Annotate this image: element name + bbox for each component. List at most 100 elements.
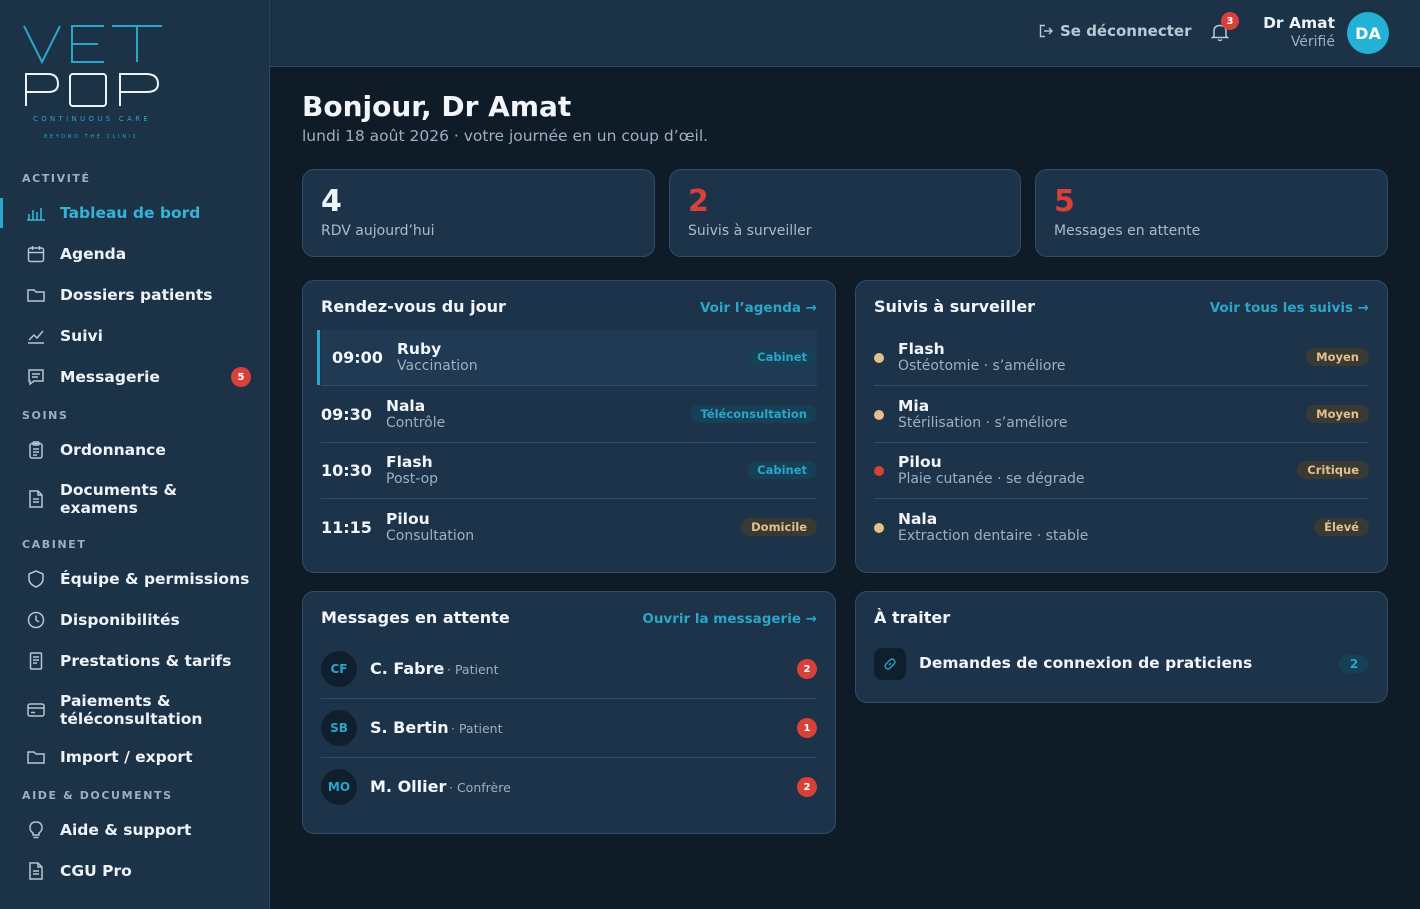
- logout-icon: [1039, 24, 1053, 38]
- message-sender-role: · Confrère: [449, 780, 511, 795]
- logout-label: Se déconnecter: [1060, 22, 1192, 40]
- user-name: Dr Amat: [1263, 14, 1335, 32]
- stat-label: Messages en attente: [1054, 223, 1201, 239]
- appointment-type-badge: Cabinet: [747, 348, 817, 366]
- clock-icon: [26, 610, 46, 630]
- link-icon: [874, 648, 906, 680]
- appointment-row[interactable]: 10:30 Flash Post-op Cabinet: [321, 443, 817, 499]
- panel-title: À traiter: [874, 608, 951, 627]
- view-all-followups-link[interactable]: Voir tous les suivis →: [1210, 300, 1369, 316]
- appointment-time: 09:00: [332, 348, 383, 367]
- followup-detail: Ostéotomie · s’améliore: [898, 358, 1066, 374]
- sidebar-item-documents-examens[interactable]: Documents & examens: [0, 478, 269, 520]
- section-cabinet: CABINET: [22, 538, 87, 551]
- section-soins: SOINS: [22, 409, 69, 422]
- folder-icon: [26, 285, 46, 305]
- appointment-patient: Nala: [386, 397, 426, 415]
- sidebar-item-label: Équipe & permissions: [60, 570, 250, 588]
- stat-label: RDV aujourd’hui: [321, 223, 435, 239]
- followup-row[interactable]: Flash Ostéotomie · s’améliore Moyen: [874, 330, 1369, 386]
- appointment-type-badge: Domicile: [741, 518, 817, 536]
- message-row[interactable]: SB S. Bertin · Patient 1: [321, 699, 817, 758]
- todo-item-label[interactable]: Demandes de connexion de praticiens: [919, 654, 1252, 672]
- sidebar-item-import-export[interactable]: Import / export: [0, 738, 269, 776]
- stat-value: 4: [321, 184, 342, 219]
- appointment-reason: Consultation: [386, 528, 475, 544]
- message-row[interactable]: CF C. Fabre · Patient 2: [321, 640, 817, 699]
- appointment-type-badge: Cabinet: [747, 461, 817, 479]
- appointment-row[interactable]: 11:15 Pilou Consultation Domicile: [321, 500, 817, 556]
- message-sender-role: · Patient: [451, 721, 503, 736]
- sidebar-item-cgu-pro[interactable]: CGU Pro: [0, 852, 269, 890]
- followup-patient: Mia: [898, 397, 930, 415]
- user-status: Vérifié: [1290, 34, 1335, 50]
- appointment-reason: Vaccination: [397, 358, 478, 374]
- unread-count-badge: 2: [797, 777, 817, 797]
- page-title: Bonjour, Dr Amat: [302, 90, 572, 123]
- sidebar-item-equipe-permissions[interactable]: Équipe & permissions: [0, 560, 269, 598]
- sidebar-item-aide-support[interactable]: Aide & support: [0, 811, 269, 849]
- followup-detail: Stérilisation · s’améliore: [898, 415, 1068, 431]
- message-row[interactable]: MO M. Ollier · Confrère 2: [321, 758, 817, 817]
- sidebar-item-label: Suivi: [60, 327, 103, 345]
- appointment-reason: Post-op: [386, 471, 439, 487]
- sidebar-item-paiements-teleconsultation[interactable]: Paiements & téléconsultation: [0, 689, 269, 731]
- sidebar-item-label: Documents & examens: [60, 481, 177, 517]
- followup-patient: Nala: [898, 510, 938, 528]
- followup-row[interactable]: Nala Extraction dentaire · stable Élevé: [874, 500, 1369, 556]
- credit-card-icon: [26, 700, 46, 720]
- todo-count-badge: 2: [1339, 655, 1369, 673]
- stat-card-messages[interactable]: 5 Messages en attente: [1035, 169, 1388, 257]
- chart-bars-icon: [26, 203, 46, 223]
- followups-panel: Suivis à surveiller Voir tous les suivis…: [855, 280, 1388, 573]
- sidebar-item-tableau-de-bord[interactable]: Tableau de bord: [0, 194, 269, 232]
- panel-title: Suivis à surveiller: [874, 297, 1036, 316]
- stat-label: Suivis à surveiller: [688, 223, 812, 239]
- vetpop-logo[interactable]: CONTINUOUS CARE BEYOND THE CLINIC: [22, 22, 164, 144]
- message-sender: M. Ollier: [370, 777, 447, 796]
- sidebar-item-label: Agenda: [60, 245, 127, 263]
- sidebar-item-disponibilites[interactable]: Disponibilités: [0, 601, 269, 639]
- severity-badge: Critique: [1297, 461, 1369, 479]
- avatar[interactable]: DA: [1347, 12, 1389, 54]
- message-icon: [26, 367, 46, 387]
- sidebar-item-agenda[interactable]: Agenda: [0, 235, 269, 273]
- panel-title: Messages en attente: [321, 608, 510, 627]
- sidebar-item-messagerie[interactable]: Messagerie 5: [0, 358, 269, 396]
- sidebar-item-label: Prestations & tarifs: [60, 652, 232, 670]
- followup-row[interactable]: Mia Stérilisation · s’améliore Moyen: [874, 387, 1369, 443]
- stat-value: 5: [1054, 184, 1075, 219]
- shield-icon: [26, 569, 46, 589]
- appointment-patient: Flash: [386, 453, 433, 471]
- sidebar-item-dossiers-patients[interactable]: Dossiers patients: [0, 276, 269, 314]
- severity-badge: Moyen: [1306, 348, 1369, 366]
- message-sender: S. Bertin: [370, 718, 449, 737]
- appointment-reason: Contrôle: [386, 415, 446, 431]
- document-icon: [26, 489, 46, 509]
- document-icon: [26, 861, 46, 881]
- view-agenda-link[interactable]: Voir l’agenda →: [700, 300, 817, 316]
- appointment-row[interactable]: 09:30 Nala Contrôle Téléconsultation: [321, 387, 817, 443]
- followup-row[interactable]: Pilou Plaie cutanée · se dégrade Critiqu…: [874, 443, 1369, 499]
- open-messaging-link[interactable]: Ouvrir la messagerie →: [642, 611, 817, 627]
- section-aide-documents: AIDE & DOCUMENTS: [22, 789, 173, 802]
- page-subtitle: lundi 18 août 2026 · votre journée en un…: [302, 127, 709, 145]
- status-dot: [874, 466, 884, 476]
- sidebar-item-suivi[interactable]: Suivi: [0, 317, 269, 355]
- followup-patient: Flash: [898, 340, 945, 358]
- severity-badge: Moyen: [1306, 405, 1369, 423]
- notification-badge: 3: [1221, 12, 1239, 30]
- sidebar-item-ordonnance[interactable]: Ordonnance: [0, 431, 269, 469]
- logout-button[interactable]: Se déconnecter: [1039, 22, 1191, 40]
- todo-panel: À traiter Demandes de connexion de prati…: [855, 591, 1388, 703]
- appointment-row[interactable]: 09:00 Ruby Vaccination Cabinet: [317, 330, 817, 386]
- message-sender-role: · Patient: [447, 662, 499, 677]
- stat-card-suivis[interactable]: 2 Suivis à surveiller: [669, 169, 1021, 257]
- sidebar-item-prestations-tarifs[interactable]: Prestations & tarifs: [0, 642, 269, 680]
- status-dot: [874, 353, 884, 363]
- status-dot: [874, 523, 884, 533]
- sidebar-item-label: Aide & support: [60, 821, 192, 839]
- sidebar-item-label: CGU Pro: [60, 862, 132, 880]
- stat-card-rdv[interactable]: 4 RDV aujourd’hui: [302, 169, 655, 257]
- status-dot: [874, 410, 884, 420]
